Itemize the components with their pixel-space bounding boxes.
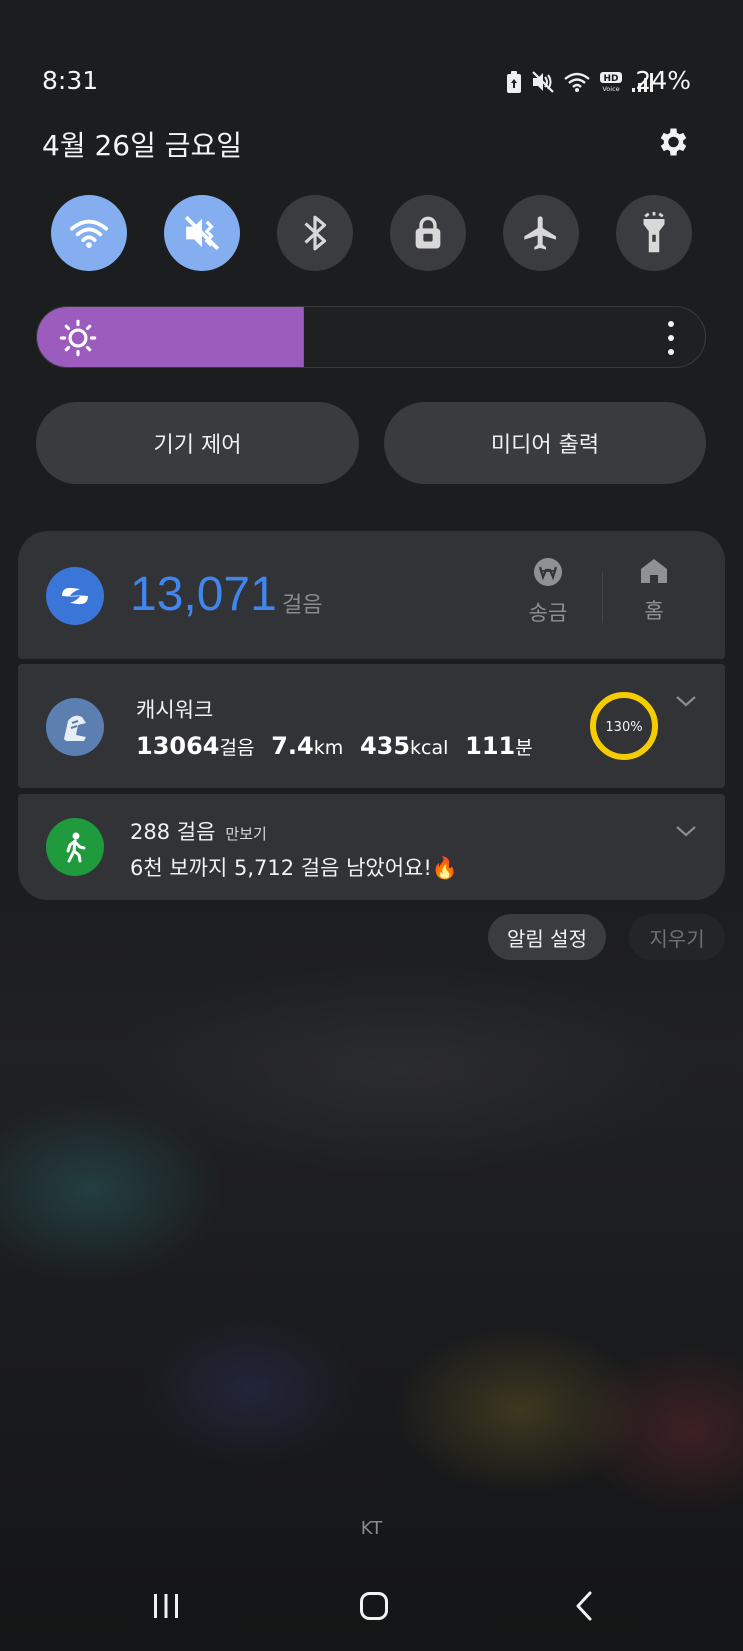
airplane-toggle[interactable] (503, 195, 579, 271)
toss-notification[interactable]: 13,071 걸음 송금 홈 (18, 531, 725, 659)
chevron-down-icon[interactable] (674, 694, 698, 708)
chevron-down-icon[interactable] (674, 824, 698, 838)
transfer-label: 송금 (528, 601, 568, 625)
transfer-action[interactable]: 송금 (518, 557, 578, 627)
brightness-slider[interactable] (36, 306, 706, 368)
recents-icon (154, 1594, 178, 1618)
pedometer-app-icon (46, 818, 104, 876)
cashwalk-minutes-unit: 분 (515, 737, 533, 759)
progress-label: 130% (605, 720, 642, 735)
battery-percent: 24% (635, 66, 691, 95)
step-unit: 걸음 (282, 593, 323, 618)
wifi-icon (70, 219, 108, 248)
home-button-icon (360, 1592, 388, 1620)
back-button[interactable] (554, 1586, 614, 1626)
carrier-label: KT (360, 1518, 383, 1539)
date-label: 4월 26일 금요일 (42, 129, 243, 162)
device-control-button[interactable]: 기기 제어 (36, 402, 359, 484)
flashlight-icon (643, 212, 665, 253)
pedometer-message: 6천 보까지 5,712 걸음 남았어요!🔥 (130, 856, 458, 880)
toss-app-icon (46, 567, 104, 625)
step-count: 13,071 (130, 568, 277, 621)
pedometer-notification[interactable]: 288 걸음 만보기 6천 보까지 5,712 걸음 남았어요!🔥 (18, 794, 725, 900)
cashwalk-steps-unit: 걸음 (219, 737, 255, 759)
cashwalk-title: 캐시워크 (136, 698, 214, 722)
action-divider (602, 571, 603, 623)
cashwalk-minutes-value: 111 (465, 732, 516, 760)
battery-saver-icon (507, 71, 521, 93)
recents-button[interactable] (136, 1586, 196, 1626)
notification-settings-button[interactable]: 알림 설정 (488, 914, 606, 960)
home-action[interactable]: 홈 (624, 557, 684, 625)
flashlight-toggle[interactable] (616, 195, 692, 271)
home-label: 홈 (644, 599, 664, 623)
rotation-lock-toggle[interactable] (390, 195, 466, 271)
svg-text:HD: HD (603, 74, 618, 84)
cashwalk-distance-unit: km (313, 737, 344, 759)
sound-toggle[interactable] (164, 195, 240, 271)
won-transfer-icon (534, 558, 562, 586)
cashwalk-calories-unit: kcal (410, 737, 449, 759)
home-icon (641, 559, 667, 583)
cashwalk-distance-value: 7.4 (271, 732, 314, 760)
mute-icon (184, 215, 220, 251)
cashwalk-notification[interactable]: 캐시워크 13064걸음 7.4km 435kcal 111분 130% (18, 664, 725, 788)
pedometer-title: 288 걸음 만보기 (130, 816, 267, 846)
more-options-icon[interactable] (667, 321, 675, 355)
wifi-toggle[interactable] (51, 195, 127, 271)
status-icons: HD Voice (505, 70, 653, 94)
cashwalk-calories-value: 435 (359, 732, 411, 760)
clear-notifications-button[interactable]: 지우기 (629, 914, 725, 960)
status-time: 8:31 (42, 66, 99, 95)
bluetooth-icon (304, 215, 327, 251)
wifi-icon (564, 72, 590, 92)
pedometer-app-name: 만보기 (225, 825, 267, 843)
mute-icon (532, 71, 554, 93)
cashwalk-stats: 13064걸음 7.4km 435kcal 111분 (136, 732, 533, 760)
hd-voice-icon: HD Voice (600, 72, 622, 93)
cashwalk-steps-value: 13064 (136, 732, 220, 760)
svg-text:Voice: Voice (602, 85, 619, 93)
bluetooth-toggle[interactable] (277, 195, 353, 271)
gear-icon[interactable] (654, 124, 690, 160)
progress-ring: 130% (590, 692, 658, 760)
cashwalk-app-icon (46, 698, 104, 756)
back-icon (576, 1591, 592, 1621)
home-nav-button[interactable] (344, 1586, 404, 1626)
media-output-button[interactable]: 미디어 출력 (384, 402, 706, 484)
lock-icon (415, 216, 441, 249)
airplane-icon (524, 216, 556, 250)
sun-icon (59, 319, 97, 357)
pedometer-steps: 288 걸음 (130, 820, 216, 844)
